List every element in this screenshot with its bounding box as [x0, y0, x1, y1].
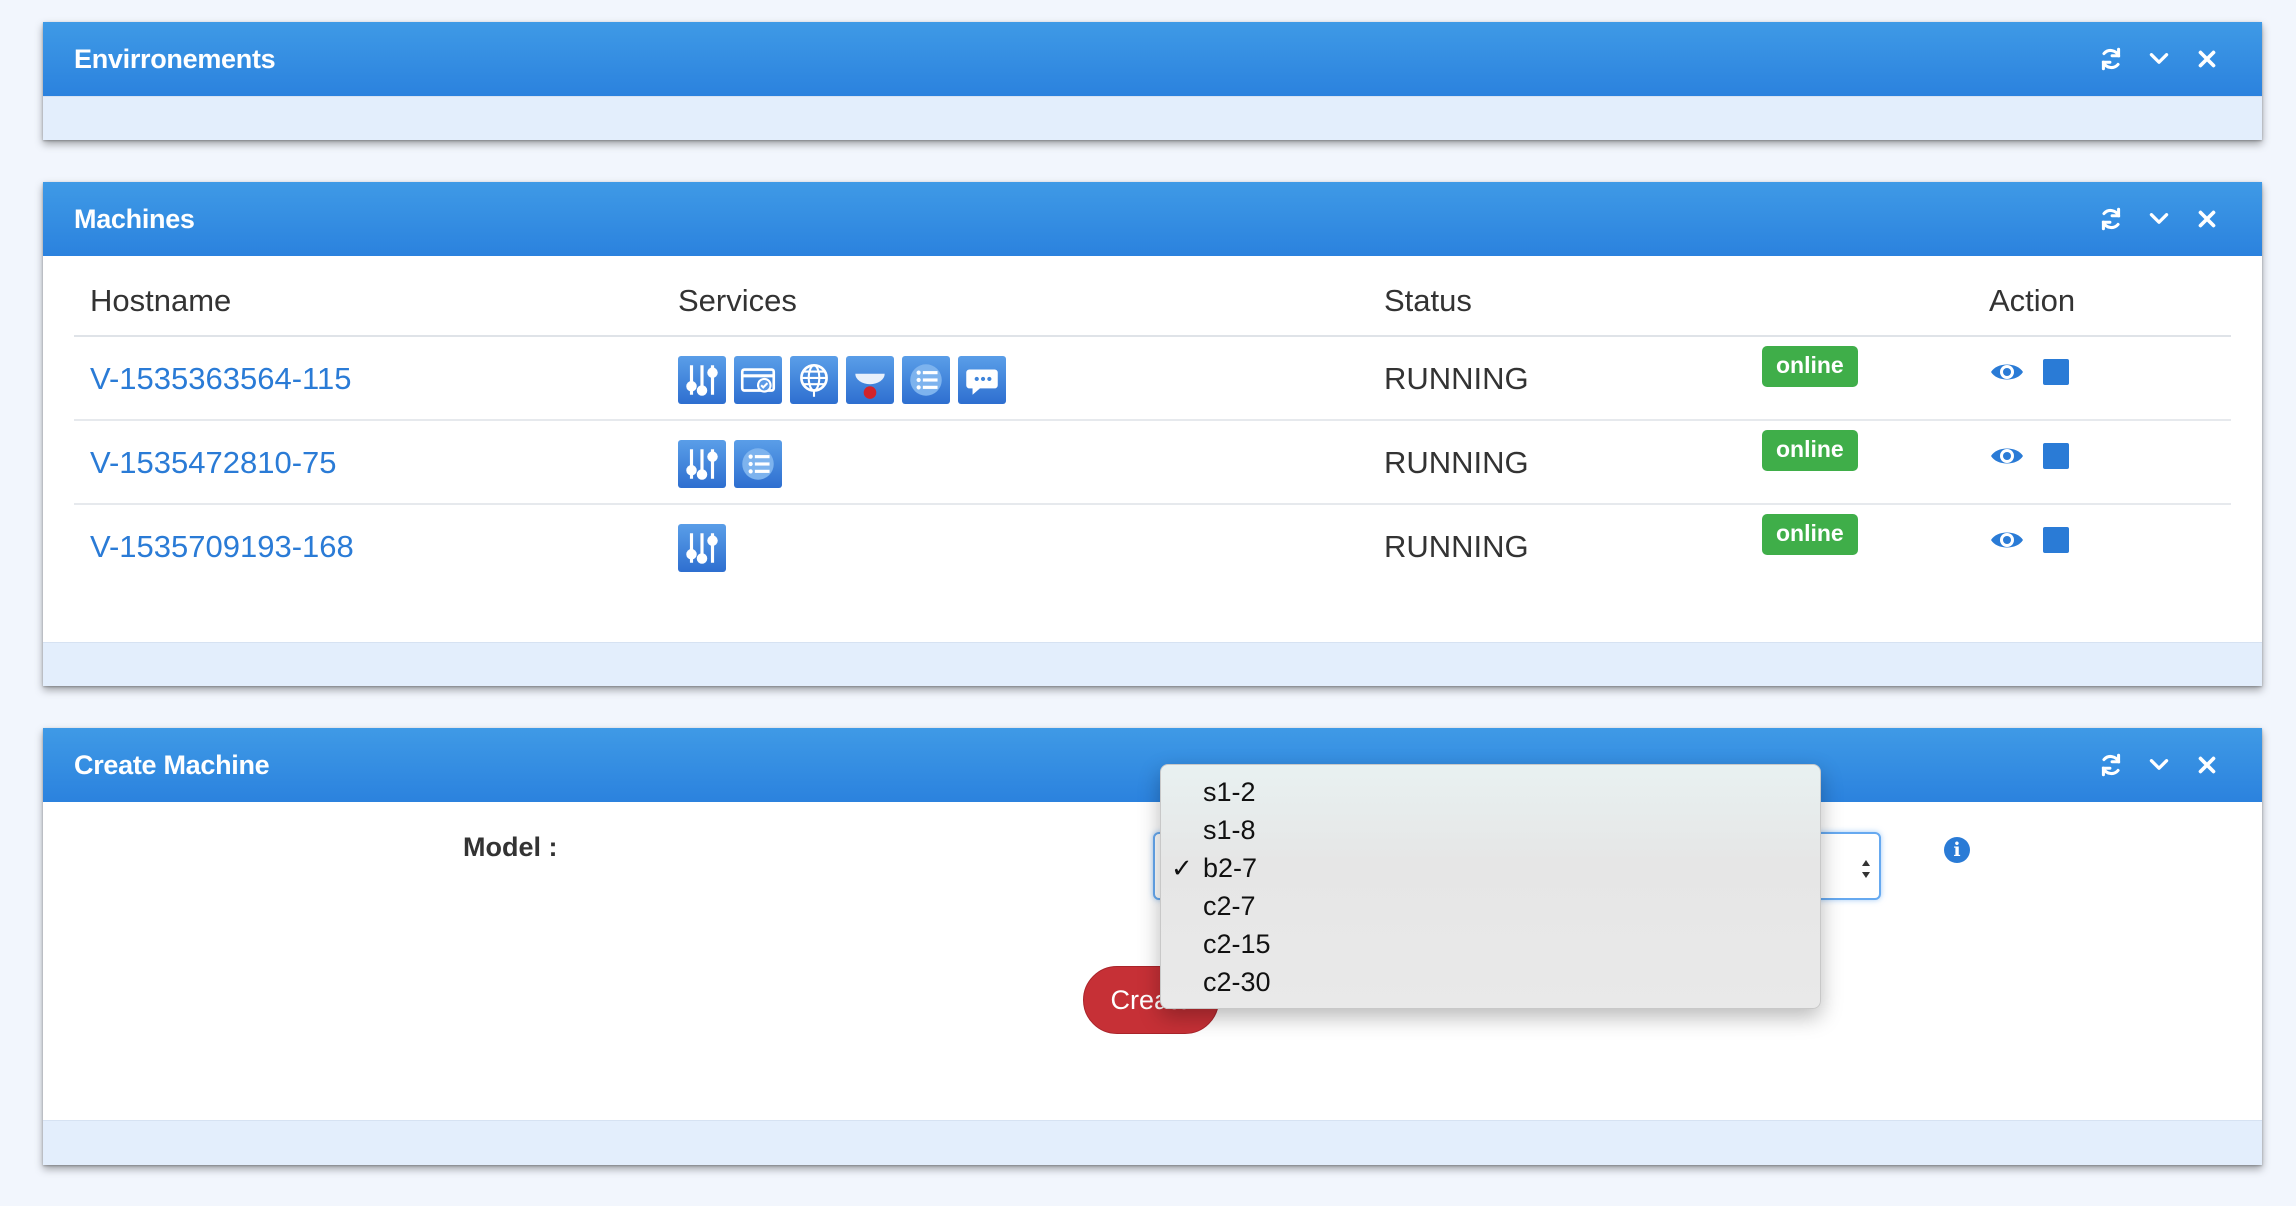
- eye-icon[interactable]: [1989, 525, 2025, 555]
- refresh-icon[interactable]: [2098, 46, 2124, 72]
- cloud-icon: [846, 356, 894, 404]
- sliders-icon: [678, 356, 726, 404]
- checkmark-icon: ✓: [1171, 853, 1193, 883]
- create-panel-title: Create Machine: [74, 750, 270, 780]
- machines-panel-title: Machines: [74, 204, 195, 234]
- create-body: Model : i Create: [43, 802, 2262, 1120]
- services-icons: [678, 356, 1006, 404]
- row-actions: [1989, 357, 2069, 387]
- stop-icon[interactable]: [2043, 443, 2069, 469]
- sliders-icon: [678, 440, 726, 488]
- model-option-selected[interactable]: ✓ b2-7: [1161, 849, 1820, 887]
- panel-tools: [2098, 752, 2220, 778]
- sliders-icon: [678, 524, 726, 572]
- option-label: c2-7: [1203, 891, 1256, 921]
- status-text: RUNNING: [1384, 361, 1529, 396]
- eye-icon[interactable]: [1989, 357, 2025, 387]
- services-icons: [678, 440, 782, 488]
- status-badge: online: [1762, 514, 1858, 555]
- model-option[interactable]: c2-30: [1161, 963, 1820, 1001]
- status-badge: online: [1762, 346, 1858, 387]
- environments-panel-header: Envirronements: [43, 22, 2262, 96]
- panel-tools: [2098, 46, 2220, 72]
- status-text: RUNNING: [1384, 445, 1529, 480]
- model-option[interactable]: s1-8: [1161, 811, 1820, 849]
- create-panel-footer: [43, 1120, 2262, 1165]
- table-row: V-1535472810-75 RUNNING online: [74, 421, 2231, 505]
- stop-icon[interactable]: [2043, 527, 2069, 553]
- row-actions: [1989, 525, 2069, 555]
- model-option[interactable]: c2-15: [1161, 925, 1820, 963]
- environments-panel: Envirronements: [43, 22, 2262, 140]
- option-label: c2-15: [1203, 929, 1271, 959]
- close-icon[interactable]: [2194, 46, 2220, 72]
- model-option[interactable]: c2-7: [1161, 887, 1820, 925]
- option-label: s1-2: [1203, 777, 1256, 807]
- model-label: Model :: [463, 832, 558, 862]
- chevron-down-icon[interactable]: [2146, 46, 2172, 72]
- column-status: Status: [1384, 283, 1472, 318]
- machines-body: Hostname Services Status Action V-153536…: [43, 256, 2262, 642]
- environments-panel-title: Envirronements: [74, 44, 276, 74]
- list-icon: [734, 440, 782, 488]
- option-label: s1-8: [1203, 815, 1256, 845]
- hostname-link[interactable]: V-1535709193-168: [90, 529, 354, 565]
- option-label: c2-30: [1203, 967, 1271, 997]
- status-text: RUNNING: [1384, 529, 1529, 564]
- environments-panel-footer: [43, 96, 2262, 140]
- close-icon[interactable]: [2194, 206, 2220, 232]
- hostname-link[interactable]: V-1535363564-115: [90, 361, 351, 397]
- status-badge: online: [1762, 430, 1858, 471]
- eye-icon[interactable]: [1989, 441, 2025, 471]
- chat-icon: [958, 356, 1006, 404]
- list-icon: [902, 356, 950, 404]
- info-icon[interactable]: i: [1944, 837, 1970, 863]
- create-machine-panel: Create Machine Model : i Create: [43, 728, 2262, 1165]
- machines-panel-footer: [43, 642, 2262, 686]
- table-row: V-1535363564-115 RUNNING online: [74, 337, 2231, 421]
- panel-tools: [2098, 206, 2220, 232]
- card-icon: [734, 356, 782, 404]
- table-row: V-1535709193-168 RUNNING online: [74, 505, 2231, 589]
- column-services: Services: [678, 283, 797, 318]
- table-header: Hostname Services Status Action: [74, 256, 2231, 337]
- services-icons: [678, 524, 726, 572]
- chevron-down-icon[interactable]: [2146, 752, 2172, 778]
- machines-panel: Machines Hostname Services Status Action…: [43, 182, 2262, 686]
- row-actions: [1989, 441, 2069, 471]
- machines-panel-header: Machines: [43, 182, 2262, 256]
- column-action: Action: [1989, 283, 2076, 318]
- model-dropdown: s1-2 s1-8 ✓ b2-7 c2-7 c2-15 c2-30: [1160, 764, 1821, 1009]
- option-label: b2-7: [1203, 853, 1258, 883]
- create-panel-header: Create Machine: [43, 728, 2262, 802]
- select-arrows-icon: [1862, 860, 1870, 878]
- globe-icon: [790, 356, 838, 404]
- model-option[interactable]: s1-2: [1161, 773, 1820, 811]
- machines-table: Hostname Services Status Action V-153536…: [74, 256, 2231, 589]
- column-hostname: Hostname: [90, 283, 232, 318]
- close-icon[interactable]: [2194, 752, 2220, 778]
- refresh-icon[interactable]: [2098, 752, 2124, 778]
- hostname-link[interactable]: V-1535472810-75: [90, 445, 337, 481]
- stop-icon[interactable]: [2043, 359, 2069, 385]
- refresh-icon[interactable]: [2098, 206, 2124, 232]
- chevron-down-icon[interactable]: [2146, 206, 2172, 232]
